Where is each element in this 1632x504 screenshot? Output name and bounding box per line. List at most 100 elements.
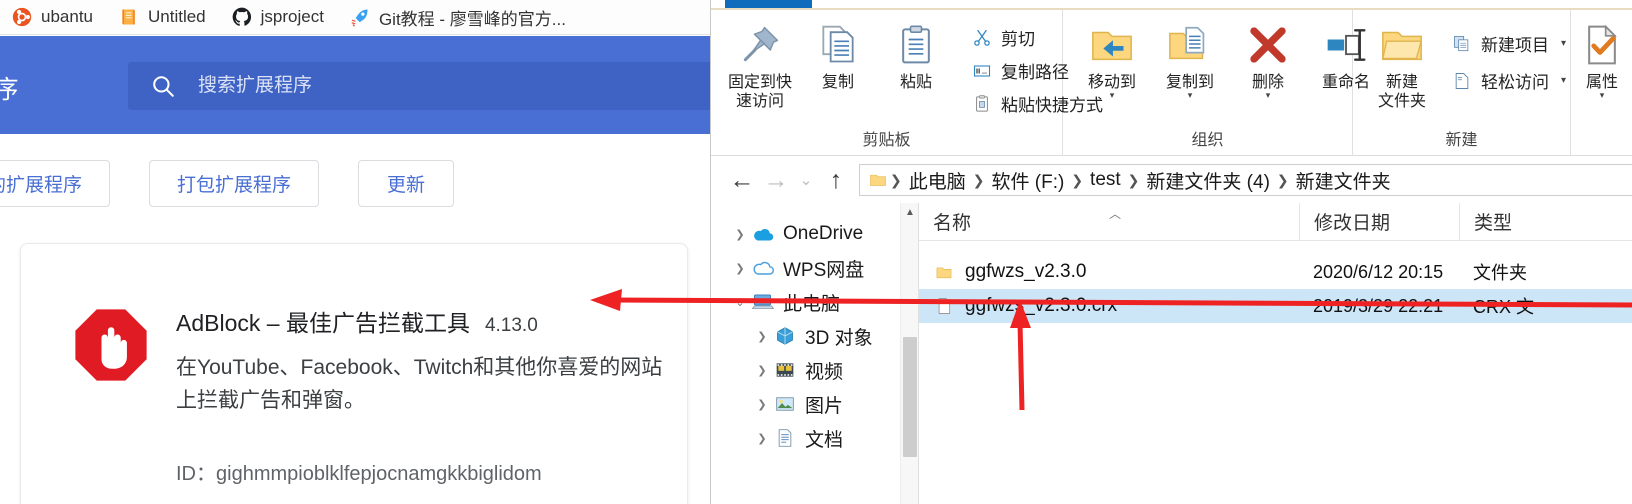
column-header-modified[interactable]: 修改日期 xyxy=(1299,202,1459,241)
chevron-down-icon[interactable]: ▾ xyxy=(1188,91,1193,100)
extension-card[interactable]: AdBlock – 最佳广告拦截工具 4.13.0 在YouTube、Faceb… xyxy=(20,243,688,504)
rocket-icon xyxy=(351,9,368,27)
ribbon-group-new-items: 新建 文件夹 新建项目 ▾ 轻松访问 ▾ xyxy=(1363,16,1570,111)
chevron-down-icon[interactable]: ▾ xyxy=(1561,38,1566,49)
github-icon xyxy=(232,7,251,26)
back-button[interactable]: ← xyxy=(725,163,759,197)
new-item-icon xyxy=(1451,33,1473,55)
paste-shortcut-icon xyxy=(971,93,993,115)
extensions-toolbar: 压的扩展程序 打包扩展程序 更新 xyxy=(0,160,455,207)
breadcrumb-item-drive-f[interactable]: 软件 (F:) xyxy=(984,167,1071,194)
bookmark-untitled[interactable]: Untitled xyxy=(119,7,206,27)
breadcrumb-separator: ❯ xyxy=(972,171,985,188)
ribbon-group-organize-items: 移动到 ▾ 复制到 ▾ 删除 ▾ 重命名 xyxy=(1073,16,1385,100)
chevron-right-icon[interactable]: ❯ xyxy=(751,398,773,411)
extension-version: 4.13.0 xyxy=(484,315,538,336)
table-row[interactable]: ggfwzs_v2.3.0.crx 2019/3/29 22:21 CRX 文 xyxy=(919,289,1632,323)
ribbon-group-clipboard: 固定到快 速访问 复制 粘贴 剪切 复制路径 粘贴快捷方式 剪贴板 xyxy=(711,10,1103,156)
bookmark-label: jsproject xyxy=(260,7,324,26)
chevron-down-icon[interactable]: ▾ xyxy=(1110,91,1115,100)
bookmark-git-tutorial[interactable]: Git教程 - 廖雪峰的官方... xyxy=(350,5,566,30)
copy-path-label: 复制路径 xyxy=(1001,63,1069,82)
table-row[interactable]: ggfwzs_v2.3.0 2020/6/12 20:15 文件夹 xyxy=(919,255,1632,289)
nav-item-pictures[interactable]: ❯ 图片 xyxy=(711,387,918,421)
copy-button[interactable]: 复制 xyxy=(799,16,877,117)
file-generic-icon xyxy=(933,296,955,316)
pack-extension-button[interactable]: 打包扩展程序 xyxy=(149,160,320,207)
scroll-up-icon[interactable]: ▲ xyxy=(901,203,919,221)
ribbon-group-open-items: 属性 ▾ xyxy=(1571,16,1632,100)
pin-to-quick-access-button[interactable]: 固定到快 速访问 xyxy=(721,16,799,117)
scrollbar-thumb[interactable] xyxy=(903,337,917,457)
clipboard-icon xyxy=(894,20,938,70)
chevron-down-icon[interactable]: ▾ xyxy=(1600,91,1605,100)
breadcrumb-item-this-pc[interactable]: 此电脑 xyxy=(902,167,973,194)
file-type: 文件夹 xyxy=(1473,263,1527,283)
breadcrumb-item-new-folder-4[interactable]: 新建文件夹 (4) xyxy=(1139,167,1277,194)
extension-id: ID：gighmmpioblklfepjocnamgkkbiglidom xyxy=(176,457,676,486)
nav-item-onedrive[interactable]: ❯ OneDrive xyxy=(711,217,918,251)
new-folder-button[interactable]: 新建 文件夹 xyxy=(1363,16,1441,111)
navigation-pane-scrollbar[interactable]: ▲ xyxy=(900,203,918,504)
breadcrumb-separator: ❯ xyxy=(890,171,902,188)
chevron-down-icon[interactable]: ▾ xyxy=(1561,75,1566,86)
delete-x-icon xyxy=(1247,20,1289,70)
chevron-right-icon[interactable]: ❯ xyxy=(751,330,773,343)
chevron-right-icon[interactable]: ❯ xyxy=(729,262,751,275)
file-explorer-window: 固定到快 速访问 复制 粘贴 剪切 复制路径 粘贴快捷方式 剪贴板 移动到 ▾ … xyxy=(710,0,1632,504)
search-box[interactable] xyxy=(128,62,710,110)
nav-item-label: 文档 xyxy=(805,429,844,451)
file-name: ggfwzs_v2.3.0 xyxy=(965,261,1087,282)
chevron-right-icon[interactable]: ❯ xyxy=(729,228,751,241)
ribbon-group-organize: 移动到 ▾ 复制到 ▾ 删除 ▾ 重命名 组织 xyxy=(1063,10,1370,156)
pictures-icon xyxy=(773,393,797,415)
up-button[interactable]: ↑ xyxy=(819,163,853,197)
properties-button[interactable]: 属性 ▾ xyxy=(1571,16,1632,100)
breadcrumb-item-test[interactable]: test xyxy=(1083,169,1128,191)
adblock-stop-hand-icon xyxy=(75,309,147,381)
easy-access-button[interactable]: 轻松访问 ▾ xyxy=(1447,67,1570,94)
column-header-type[interactable]: 类型 xyxy=(1459,202,1609,241)
delete-button[interactable]: 删除 ▾ xyxy=(1229,16,1307,100)
bookmark-jsproject[interactable]: jsproject xyxy=(232,7,324,27)
nav-item-label: 3D 对象 xyxy=(805,327,873,349)
pin-to-quick-access-label: 固定到快 速访问 xyxy=(727,74,792,111)
cut-label: 剪切 xyxy=(1001,30,1035,49)
copy-to-button[interactable]: 复制到 ▾ xyxy=(1151,16,1229,100)
nav-item-label: 此电脑 xyxy=(783,293,841,315)
breadcrumb-separator: ❯ xyxy=(1127,171,1140,188)
ribbon: 固定到快 速访问 复制 粘贴 剪切 复制路径 粘贴快捷方式 剪贴板 移动到 ▾ … xyxy=(711,10,1632,156)
nav-item-wps-cloud[interactable]: ❯ WPS网盘 xyxy=(711,251,918,285)
search-input[interactable] xyxy=(198,75,638,97)
ribbon-tab-home[interactable] xyxy=(725,0,812,8)
explorer-panes: ❯ OneDrive ❯ WPS网盘 ⌄ 此电脑 ❯ 3D 对象 ❯ 视频 ❯ … xyxy=(711,202,1632,504)
bookmark-ubantu[interactable]: ubantu xyxy=(12,7,93,27)
bookmarks-bar: ubantu Untitled jsproject Git教程 - 廖雪峰的官方… xyxy=(0,0,710,35)
breadcrumb-item-new-folder[interactable]: 新建文件夹 xyxy=(1289,167,1398,194)
paste-button[interactable]: 粘贴 xyxy=(877,16,955,117)
easy-access-label: 轻松访问 xyxy=(1481,73,1549,92)
nav-item-videos[interactable]: ❯ 视频 xyxy=(711,353,918,387)
file-list-column-headers: 名称 修改日期 类型 ︿ xyxy=(919,202,1632,241)
update-extensions-button[interactable]: 更新 xyxy=(358,160,455,207)
ribbon-group-clipboard-items: 固定到快 速访问 复制 粘贴 剪切 复制路径 粘贴快捷方式 xyxy=(721,16,1107,117)
move-to-button[interactable]: 移动到 ▾ xyxy=(1073,16,1151,100)
new-item-button[interactable]: 新建项目 ▾ xyxy=(1447,30,1570,57)
file-modified-date: 2019/3/29 22:21 xyxy=(1313,295,1444,316)
breadcrumb[interactable]: ❯ 此电脑 ❯ 软件 (F:) ❯ test ❯ 新建文件夹 (4) ❯ 新建文… xyxy=(859,164,1632,196)
chevron-down-icon[interactable]: ▾ xyxy=(1266,91,1271,100)
breadcrumb-separator: ❯ xyxy=(1071,171,1084,188)
extension-name: AdBlock – 最佳广告拦截工具 xyxy=(176,310,470,336)
load-unpacked-extension-button[interactable]: 压的扩展程序 xyxy=(0,160,111,207)
extension-card-body: AdBlock – 最佳广告拦截工具 4.13.0 在YouTube、Faceb… xyxy=(176,304,676,486)
chevron-down-icon[interactable]: ⌄ xyxy=(729,296,751,309)
properties-check-icon xyxy=(1580,20,1624,70)
nav-item-3d-objects[interactable]: ❯ 3D 对象 xyxy=(711,319,918,353)
forward-button[interactable]: → xyxy=(759,163,793,197)
nav-item-this-pc[interactable]: ⌄ 此电脑 xyxy=(711,285,918,319)
recent-locations-button[interactable]: ⌄ xyxy=(793,163,819,197)
ubuntu-icon xyxy=(12,7,32,27)
chevron-right-icon[interactable]: ❯ xyxy=(751,432,773,445)
nav-item-documents[interactable]: ❯ 文档 xyxy=(711,421,918,455)
chevron-right-icon[interactable]: ❯ xyxy=(751,364,773,377)
